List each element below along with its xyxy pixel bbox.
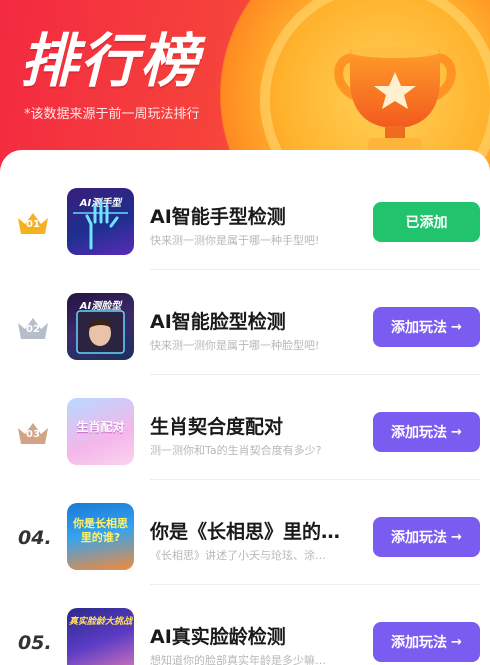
add-gameplay-button[interactable]: 添加玩法 → — [373, 307, 480, 347]
button-label: 添加玩法 — [391, 635, 448, 651]
rank-badge-gold: 01 — [16, 210, 50, 236]
item-description: 快来测一测你是属于哪一种手型吧! — [150, 234, 320, 247]
rank-number: 05. — [18, 632, 52, 654]
item-thumbnail[interactable]: 生肖配对 — [67, 398, 134, 465]
trophy-icon — [334, 46, 456, 152]
rank-badge-bronze: 03 — [16, 420, 50, 446]
thumbnail-label: 生肖配对 — [76, 420, 125, 434]
rank-number: 02 — [26, 324, 40, 335]
row-divider — [150, 374, 480, 375]
item-title: AI真实脸龄检测 — [150, 626, 286, 648]
item-title: 生肖契合度配对 — [150, 416, 284, 438]
item-title: AI智能手型检测 — [150, 206, 286, 228]
item-title: AI智能脸型检测 — [150, 311, 286, 333]
add-gameplay-button[interactable]: 添加玩法 → — [373, 412, 480, 452]
button-label: 添加玩法 — [391, 530, 448, 546]
item-thumbnail[interactable]: AI测手型 — [67, 188, 134, 255]
item-description: 测一测你和Ta的生肖契合度有多少? — [150, 444, 322, 457]
hand-scan-icon — [73, 200, 128, 250]
item-thumbnail[interactable]: AI测脸型 — [67, 293, 134, 360]
add-gameplay-button[interactable]: 添加玩法 → — [373, 517, 480, 557]
item-description: 想知道你的脸部真实年龄是多少嘛… — [150, 654, 326, 665]
rank-number: 04. — [18, 527, 52, 549]
item-thumbnail[interactable]: 你是长相思里的谁? — [67, 503, 134, 570]
rank-badge-silver: 02 — [16, 315, 50, 341]
list-item[interactable]: 03 生肖配对 生肖契合度配对 测一测你和Ta的生肖契合度有多少? 添加玩法 → — [0, 376, 490, 480]
header-banner: 排行榜 *该数据来源于前一周玩法排行 — [0, 0, 490, 175]
item-description: 快来测一测你是属于哪一种脸型吧! — [150, 339, 320, 352]
add-gameplay-button[interactable]: 添加玩法 → — [373, 622, 480, 662]
thumbnail-label: 真实脸龄大挑战 — [68, 617, 132, 627]
button-label: 添加玩法 — [391, 320, 448, 336]
added-button[interactable]: 已添加 — [373, 202, 480, 242]
button-label: 已添加 — [405, 215, 448, 231]
page-subtitle: *该数据来源于前一周玩法排行 — [24, 107, 200, 122]
list-item[interactable]: 04. 你是长相思里的谁? 你是《长相思》里的… 《长相思》讲述了小夭与玱玹、涂… — [0, 481, 490, 585]
row-divider — [150, 269, 480, 270]
row-divider — [150, 584, 480, 585]
chevron-right-icon: → — [451, 319, 462, 335]
ranking-list: 01 AI测手型 AI智能手型检测 快来测一测你是属于哪一种手型吧! 已添加 0… — [0, 150, 490, 665]
rank-number: 01 — [26, 219, 40, 230]
list-item[interactable]: 02 AI测脸型 AI智能脸型检测 快来测一测你是属于哪一种脸型吧! 添加玩法 … — [0, 271, 490, 375]
chevron-right-icon: → — [451, 424, 462, 440]
face-portrait-icon — [76, 310, 125, 354]
rank-number: 03 — [26, 429, 40, 440]
list-item[interactable]: 05. 真实脸龄大挑战 AI真实脸龄检测 想知道你的脸部真实年龄是多少嘛… 添加… — [0, 586, 490, 665]
item-thumbnail[interactable]: 真实脸龄大挑战 — [67, 608, 134, 665]
page-title: 排行榜 — [20, 27, 201, 95]
button-label: 添加玩法 — [391, 425, 448, 441]
chevron-right-icon: → — [451, 634, 462, 650]
list-item[interactable]: 01 AI测手型 AI智能手型检测 快来测一测你是属于哪一种手型吧! 已添加 — [0, 166, 490, 270]
item-title: 你是《长相思》里的… — [150, 521, 341, 543]
thumbnail-label: 你是长相思里的谁? — [73, 517, 128, 544]
item-description: 《长相思》讲述了小夭与玱玹、涂… — [150, 549, 326, 562]
row-divider — [150, 479, 480, 480]
chevron-right-icon: → — [451, 529, 462, 545]
